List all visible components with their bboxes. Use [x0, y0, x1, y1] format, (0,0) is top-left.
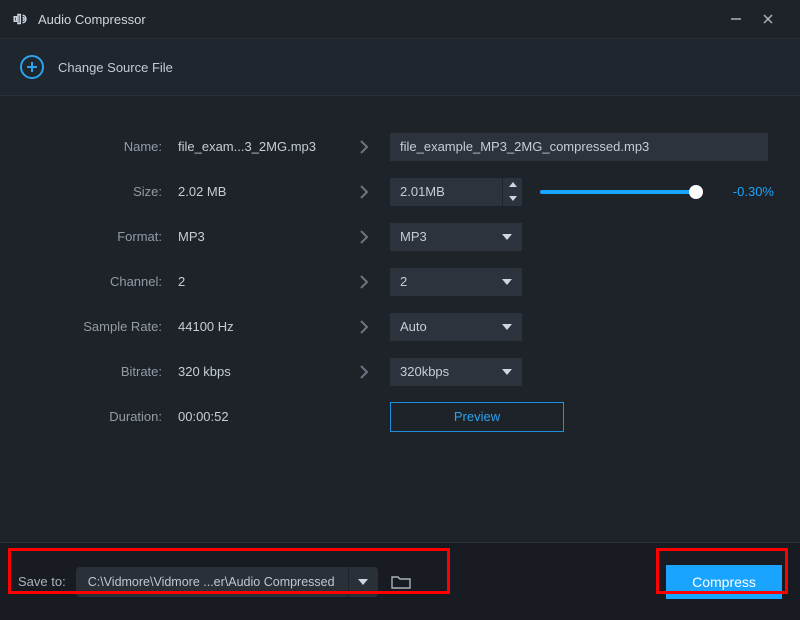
browse-folder-button[interactable] [388, 569, 414, 595]
save-path-dropdown[interactable] [348, 567, 378, 597]
compress-button-label: Compress [692, 574, 756, 590]
sample-rate-select[interactable]: Auto [390, 313, 522, 341]
preview-button-label: Preview [454, 409, 500, 424]
bitrate-select-value: 320kbps [400, 364, 449, 379]
label-name: Name: [22, 139, 172, 154]
preview-button[interactable]: Preview [390, 402, 564, 432]
footer: Save to: C:\Vidmore\Vidmore ...er\Audio … [0, 542, 800, 620]
minimize-button[interactable] [720, 3, 752, 35]
original-bitrate: 320 kbps [178, 364, 338, 379]
chevron-down-icon [502, 324, 512, 330]
original-sample-rate: 44100 Hz [178, 319, 338, 334]
original-name: file_exam...3_2MG.mp3 [178, 139, 338, 154]
save-path-control[interactable]: C:\Vidmore\Vidmore ...er\Audio Compresse… [76, 567, 378, 597]
app-title: Audio Compressor [38, 12, 146, 27]
chevron-down-icon [358, 579, 368, 585]
arrow-icon [344, 229, 384, 245]
plus-circle-icon [20, 55, 44, 79]
settings-form: Name: file_exam...3_2MG.mp3 Size: 2.02 M… [0, 96, 800, 439]
channel-select[interactable]: 2 [390, 268, 522, 296]
arrow-icon [344, 364, 384, 380]
original-channel: 2 [178, 274, 338, 289]
row-format: Format: MP3 MP3 [22, 214, 774, 259]
arrow-icon [344, 319, 384, 335]
bitrate-select[interactable]: 320kbps [390, 358, 522, 386]
sample-rate-select-value: Auto [400, 319, 427, 334]
row-size: Size: 2.02 MB 2.01MB -0.30% [22, 169, 774, 214]
channel-select-value: 2 [400, 274, 407, 289]
original-size: 2.02 MB [178, 184, 338, 199]
row-duration: Duration: 00:00:52 Preview [22, 394, 774, 439]
original-format: MP3 [178, 229, 338, 244]
change-source-row[interactable]: Change Source File [0, 38, 800, 96]
label-size: Size: [22, 184, 172, 199]
format-select-value: MP3 [400, 229, 427, 244]
save-path-text: C:\Vidmore\Vidmore ...er\Audio Compresse… [76, 575, 348, 589]
arrow-icon [344, 184, 384, 200]
row-name: Name: file_exam...3_2MG.mp3 [22, 124, 774, 169]
format-select[interactable]: MP3 [390, 223, 522, 251]
arrow-icon [344, 274, 384, 290]
save-to-label: Save to: [18, 574, 66, 589]
output-name-input[interactable] [390, 133, 768, 161]
size-slider[interactable] [540, 190, 702, 194]
label-bitrate: Bitrate: [22, 364, 172, 379]
save-to-group: Save to: C:\Vidmore\Vidmore ...er\Audio … [18, 567, 414, 597]
chevron-down-icon [502, 234, 512, 240]
chevron-down-icon [502, 369, 512, 375]
original-duration: 00:00:52 [178, 409, 338, 424]
close-button[interactable] [752, 3, 784, 35]
label-duration: Duration: [22, 409, 172, 424]
row-channel: Channel: 2 2 [22, 259, 774, 304]
chevron-down-icon [502, 279, 512, 285]
app-icon [12, 10, 30, 28]
label-channel: Channel: [22, 274, 172, 289]
label-format: Format: [22, 229, 172, 244]
size-step-up[interactable] [503, 178, 522, 192]
arrow-icon [344, 139, 384, 155]
size-delta: -0.30% [722, 184, 774, 199]
compress-button[interactable]: Compress [666, 565, 782, 599]
label-sample-rate: Sample Rate: [22, 319, 172, 334]
row-sample-rate: Sample Rate: 44100 Hz Auto [22, 304, 774, 349]
titlebar: Audio Compressor [0, 0, 800, 38]
size-step-down[interactable] [503, 192, 522, 206]
change-source-label: Change Source File [58, 60, 173, 75]
row-bitrate: Bitrate: 320 kbps 320kbps [22, 349, 774, 394]
target-size-stepper[interactable]: 2.01MB [390, 178, 522, 206]
target-size-value: 2.01MB [390, 184, 502, 199]
